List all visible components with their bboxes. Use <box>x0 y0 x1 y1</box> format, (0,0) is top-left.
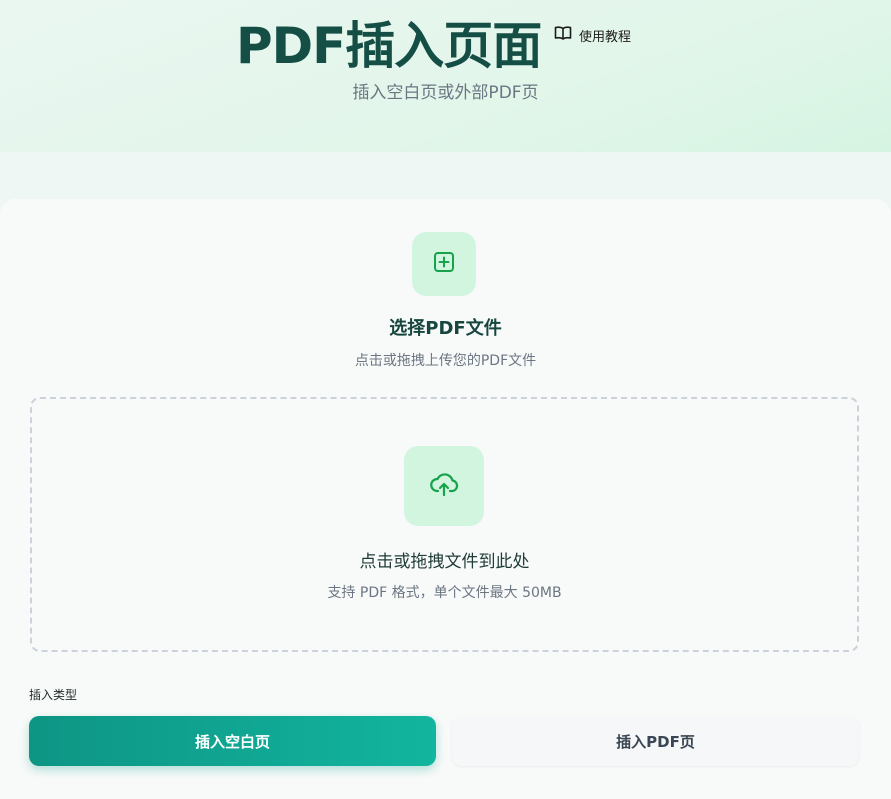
add-file-badge <box>412 232 476 296</box>
upload-badge <box>404 446 484 526</box>
select-file-title: 选择PDF文件 <box>389 318 502 339</box>
file-dropzone[interactable]: 点击或拖拽文件到此处 支持 PDF 格式，单个文件最大 50MB <box>30 397 859 652</box>
insert-blank-page-button[interactable]: 插入空白页 <box>29 716 436 766</box>
insert-type-label: 插入类型 <box>29 688 78 702</box>
tutorial-link[interactable]: 使用教程 <box>554 25 631 45</box>
select-file-subtitle: 点击或拖拽上传您的PDF文件 <box>354 353 537 369</box>
page-subtitle: 插入空白页或外部PDF页 <box>352 83 539 103</box>
insert-pdf-page-button[interactable]: 插入PDF页 <box>452 716 859 766</box>
book-open-icon <box>554 25 572 45</box>
dropzone-title: 点击或拖拽文件到此处 <box>359 552 530 572</box>
dropzone-hint: 支持 PDF 格式，单个文件最大 50MB <box>327 585 562 601</box>
page-header: PDF插入页面 使用教程 插入空白页或外部PDF页 <box>0 0 891 152</box>
cloud-upload-icon <box>429 469 459 503</box>
page-title: PDF插入页面 <box>236 17 542 75</box>
tutorial-label: 使用教程 <box>579 29 632 45</box>
main-card: 选择PDF文件 点击或拖拽上传您的PDF文件 点击或拖拽文件到此处 支持 PDF… <box>0 199 891 799</box>
plus-square-icon <box>433 251 455 277</box>
